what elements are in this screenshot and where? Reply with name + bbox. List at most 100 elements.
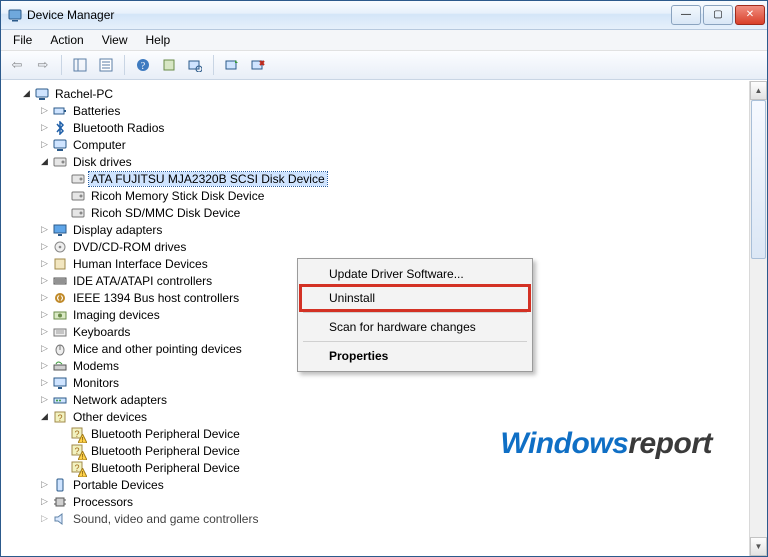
uninstall-driver-button[interactable] xyxy=(246,53,270,77)
tree-label: DVD/CD-ROM drives xyxy=(71,240,188,254)
imaging-icon xyxy=(52,307,68,323)
scroll-thumb[interactable] xyxy=(751,100,766,259)
close-icon: ✕ xyxy=(746,10,754,20)
tree-label: Computer xyxy=(71,138,128,152)
keyboard-icon xyxy=(52,324,68,340)
scroll-down-button[interactable]: ▼ xyxy=(750,537,767,556)
nav-forward-button: ⇨ xyxy=(31,53,55,77)
context-menu-separator xyxy=(303,312,527,313)
expand-icon[interactable]: ▷ xyxy=(39,292,50,303)
context-menu-uninstall[interactable]: Uninstall xyxy=(301,286,529,310)
expand-icon xyxy=(57,207,68,218)
tree-label: Keyboards xyxy=(71,325,132,339)
expand-icon[interactable]: ▷ xyxy=(39,309,50,320)
toolbar-separator xyxy=(124,55,125,75)
tree-device[interactable]: ?!Bluetooth Peripheral Device xyxy=(3,442,749,459)
app-icon xyxy=(7,7,23,23)
tree-category[interactable]: ▷Monitors xyxy=(3,374,749,391)
expand-icon[interactable]: ▷ xyxy=(39,394,50,405)
update-driver-button[interactable] xyxy=(220,53,244,77)
expand-icon[interactable]: ▷ xyxy=(39,496,50,507)
tree-label: Imaging devices xyxy=(71,308,162,322)
ide-icon xyxy=(52,273,68,289)
expand-icon[interactable]: ▷ xyxy=(39,513,50,524)
nav-back-button: ⇦ xyxy=(5,53,29,77)
tree-label: IEEE 1394 Bus host controllers xyxy=(71,291,241,305)
show-tree-button[interactable] xyxy=(68,53,92,77)
expand-icon[interactable]: ▷ xyxy=(39,241,50,252)
collapse-icon[interactable]: ◢ xyxy=(39,156,50,167)
portable-icon xyxy=(52,477,68,493)
tree-category[interactable]: ▷Batteries xyxy=(3,102,749,119)
expand-icon xyxy=(57,428,68,439)
tree-category[interactable]: ◢Disk drives xyxy=(3,153,749,170)
expand-icon[interactable]: ▷ xyxy=(39,139,50,150)
tree-category[interactable]: ▷Processors xyxy=(3,493,749,510)
nav-forward-icon: ⇨ xyxy=(38,57,49,73)
expand-icon xyxy=(57,445,68,456)
tree-label: Bluetooth Peripheral Device xyxy=(89,427,242,441)
unknown-device-icon: ?! xyxy=(70,426,86,442)
unknown-device-icon: ?! xyxy=(70,443,86,459)
battery-icon xyxy=(52,103,68,119)
expand-icon[interactable]: ▷ xyxy=(39,224,50,235)
expand-icon[interactable]: ▷ xyxy=(39,343,50,354)
tree-device[interactable]: Ricoh SD/MMC Disk Device xyxy=(3,204,749,221)
expand-icon[interactable]: ▷ xyxy=(39,360,50,371)
menu-help[interactable]: Help xyxy=(138,31,179,49)
tree-device[interactable]: ATA FUJITSU MJA2320B SCSI Disk Device xyxy=(3,170,749,187)
expand-icon[interactable]: ▷ xyxy=(39,479,50,490)
window-buttons: — ▢ ✕ xyxy=(671,5,765,25)
titlebar[interactable]: Device Manager — ▢ ✕ xyxy=(1,1,767,30)
tree-category[interactable]: ◢?Other devices xyxy=(3,408,749,425)
tree-category[interactable]: ◢Rachel-PC xyxy=(3,85,749,102)
tree-label: Other devices xyxy=(71,410,149,424)
expand-icon[interactable]: ▷ xyxy=(39,275,50,286)
context-menu-scan-hardware[interactable]: Scan for hardware changes xyxy=(301,315,529,339)
tree-device[interactable]: ?!Bluetooth Peripheral Device xyxy=(3,459,749,476)
tree-category[interactable]: ▷ DVD/CD-ROM drives xyxy=(3,238,749,255)
svg-text:!: ! xyxy=(82,471,84,477)
context-menu-properties[interactable]: Properties xyxy=(301,344,529,368)
expand-icon[interactable]: ▷ xyxy=(39,105,50,116)
scan-button[interactable] xyxy=(183,53,207,77)
collapse-icon[interactable]: ◢ xyxy=(21,88,32,99)
display-icon xyxy=(52,222,68,238)
tree-category[interactable]: ▷Display adapters xyxy=(3,221,749,238)
menu-action[interactable]: Action xyxy=(42,31,91,49)
properties-button[interactable] xyxy=(94,53,118,77)
help-button[interactable]: ? xyxy=(131,53,155,77)
tree-category[interactable]: ▷ Computer xyxy=(3,136,749,153)
minimize-button[interactable]: — xyxy=(671,5,701,25)
tree-label: Ricoh SD/MMC Disk Device xyxy=(89,206,242,220)
vertical-scrollbar[interactable]: ▲ ▼ xyxy=(749,81,767,556)
hid-icon xyxy=(52,256,68,272)
window-title: Device Manager xyxy=(27,8,671,22)
close-button[interactable]: ✕ xyxy=(735,5,765,25)
sound-icon xyxy=(52,511,68,527)
menu-view[interactable]: View xyxy=(94,31,136,49)
tree-device[interactable]: ?!Bluetooth Peripheral Device xyxy=(3,425,749,442)
modem-icon xyxy=(52,358,68,374)
tree-category[interactable]: ▷ Portable Devices xyxy=(3,476,749,493)
tree-category[interactable]: ▷Sound, video and game controllers xyxy=(3,510,749,527)
expand-icon xyxy=(57,173,68,184)
expand-icon[interactable]: ▷ xyxy=(39,326,50,337)
computer-icon xyxy=(52,137,68,153)
tree-category[interactable]: ▷Bluetooth Radios xyxy=(3,119,749,136)
tree-label: Portable Devices xyxy=(71,478,166,492)
tree-device[interactable]: Ricoh Memory Stick Disk Device xyxy=(3,187,749,204)
context-menu-update-driver[interactable]: Update Driver Software... xyxy=(301,262,529,286)
scroll-up-button[interactable]: ▲ xyxy=(750,81,767,100)
action-button[interactable] xyxy=(157,53,181,77)
scroll-track[interactable] xyxy=(750,100,767,537)
expand-icon[interactable]: ▷ xyxy=(39,258,50,269)
menu-file[interactable]: File xyxy=(5,31,40,49)
collapse-icon[interactable]: ◢ xyxy=(39,411,50,422)
cpu-icon xyxy=(52,494,68,510)
tree-category[interactable]: ▷Network adapters xyxy=(3,391,749,408)
context-menu[interactable]: Update Driver Software...Uninstall Scan f… xyxy=(297,258,533,372)
maximize-button[interactable]: ▢ xyxy=(703,5,733,25)
expand-icon[interactable]: ▷ xyxy=(39,122,50,133)
expand-icon[interactable]: ▷ xyxy=(39,377,50,388)
